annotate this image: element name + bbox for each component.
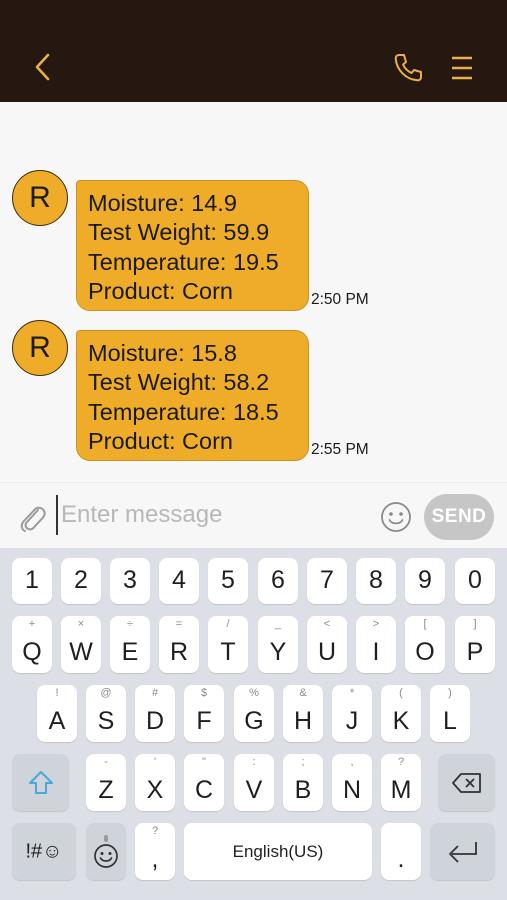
backspace-icon xyxy=(451,772,481,793)
key-7[interactable]: 7 xyxy=(307,558,347,604)
key-n[interactable]: ,N xyxy=(332,754,372,811)
key-c[interactable]: " C xyxy=(184,754,224,811)
key-9[interactable]: 9 xyxy=(405,558,445,604)
paperclip-icon[interactable] xyxy=(17,501,47,533)
message-line: Product: Corn xyxy=(88,427,233,454)
symbols-key[interactable]: !#☺ xyxy=(12,823,76,880)
key-8[interactable]: 8 xyxy=(356,558,396,604)
key-b[interactable]: ; B xyxy=(283,754,323,811)
smiley-icon[interactable] xyxy=(380,501,412,533)
message-line: Test Weight: 58.2 xyxy=(88,369,270,396)
contact-avatar[interactable]: R xyxy=(12,320,68,376)
enter-arrow-icon xyxy=(448,841,477,863)
message-line: Temperature: 18.5 xyxy=(88,398,279,425)
conversation-header xyxy=(0,0,507,102)
key-2[interactable]: 2 xyxy=(61,558,101,604)
key-r[interactable]: = R xyxy=(159,616,199,673)
send-button[interactable]: SEND xyxy=(424,494,494,540)
contact-avatar[interactable]: R xyxy=(12,170,68,226)
shift-arrow-icon xyxy=(28,770,53,794)
comma-key[interactable]: ?, xyxy=(135,823,175,880)
message-line: Test Weight: 59.9 xyxy=(88,219,270,246)
message-line: Moisture: 15.8 xyxy=(88,340,237,366)
key-q[interactable]: + Q xyxy=(12,616,52,673)
key-4[interactable]: 4 xyxy=(159,558,199,604)
key-z[interactable]: -Z xyxy=(86,754,126,811)
key-f[interactable]: $ F xyxy=(184,685,224,742)
key-3[interactable]: 3 xyxy=(110,558,150,604)
emoji-key-icon xyxy=(94,834,118,868)
key-w[interactable]: × W xyxy=(61,616,101,673)
key-d[interactable]: # D xyxy=(135,685,175,742)
key-h[interactable]: & H xyxy=(283,685,323,742)
shift-key[interactable] xyxy=(12,754,69,811)
key-e[interactable]: ÷ E xyxy=(110,616,150,673)
key-x[interactable]: ' X xyxy=(135,754,175,811)
emoji-key[interactable] xyxy=(86,823,126,880)
key-l[interactable]: ) L xyxy=(430,685,470,742)
message-line: Moisture: 14.9 xyxy=(88,190,237,216)
backspace-key[interactable] xyxy=(438,754,495,811)
key-t[interactable]: / T xyxy=(208,616,248,673)
message-composer: SEND xyxy=(0,482,507,548)
message-bubble[interactable]: Moisture: 15.8 Test Weight: 58.2 Tempera… xyxy=(76,330,309,461)
on-screen-keyboard: 1 2 3 4 5 6 7 8 9 0 + Q × W ÷ E = R / T _ Y < U… xyxy=(0,548,507,900)
key-v[interactable]: :V xyxy=(234,754,274,811)
phone-icon[interactable] xyxy=(392,52,424,84)
message-time: 2:55 PM xyxy=(311,441,369,458)
key-6[interactable]: 6 xyxy=(258,558,298,604)
key-g[interactable]: % G xyxy=(234,685,274,742)
period-key[interactable]: . xyxy=(381,823,421,880)
menu-icon[interactable] xyxy=(450,55,474,81)
key-i[interactable]: > I xyxy=(356,616,396,673)
key-y[interactable]: _ Y xyxy=(258,616,298,673)
key-1[interactable]: 1 xyxy=(12,558,52,604)
message-time: 2:50 PM xyxy=(311,291,369,308)
key-u[interactable]: < U xyxy=(307,616,347,673)
key-a[interactable]: ! A xyxy=(37,685,77,742)
space-key[interactable]: English(US) xyxy=(184,823,372,880)
key-0[interactable]: 0 xyxy=(455,558,495,604)
message-line: Temperature: 19.5 xyxy=(88,248,279,275)
key-m[interactable]: ? M xyxy=(381,754,421,811)
enter-key[interactable] xyxy=(430,823,495,880)
message-thread[interactable]: R Moisture: 14.9 Test Weight: 59.9 Tempe… xyxy=(0,102,507,482)
key-5[interactable]: 5 xyxy=(208,558,248,604)
message-line: Product: Corn xyxy=(88,277,233,304)
key-j[interactable]: * J xyxy=(332,685,372,742)
chevron-left-icon[interactable] xyxy=(30,50,56,84)
message-bubble[interactable]: Moisture: 14.9 Test Weight: 59.9 Tempera… xyxy=(76,180,309,311)
key-s[interactable]: @ S xyxy=(86,685,126,742)
key-k[interactable]: (K xyxy=(381,685,421,742)
key-o[interactable]: [O xyxy=(405,616,445,673)
key-p[interactable]: ] P xyxy=(455,616,495,673)
message-input[interactable] xyxy=(56,495,366,535)
